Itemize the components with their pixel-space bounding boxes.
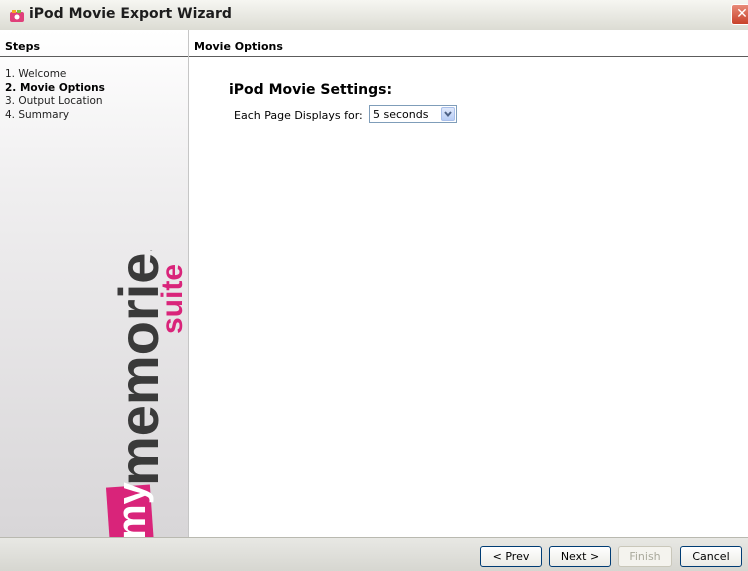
- next-button[interactable]: Next >: [549, 546, 611, 567]
- movie-options-header: Movie Options: [189, 38, 748, 57]
- dropdown-arrow-button[interactable]: [441, 107, 455, 121]
- page-display-value: 5 seconds: [373, 108, 429, 121]
- page-display-label: Each Page Displays for:: [234, 109, 363, 122]
- steps-sidebar: Steps 1. Welcome 2. Movie Options 3. Out…: [0, 30, 189, 548]
- prev-button[interactable]: < Prev: [480, 546, 542, 567]
- window-title: iPod Movie Export Wizard: [29, 6, 232, 22]
- logo-suite: suite: [156, 264, 189, 334]
- title-bar: iPod Movie Export Wizard ✕: [0, 0, 748, 31]
- steps-header-label: Steps: [5, 40, 41, 53]
- step-output-location: 3. Output Location: [5, 95, 103, 107]
- steps-header: Steps: [0, 38, 188, 57]
- chevron-down-icon: [444, 111, 452, 118]
- finish-button[interactable]: Finish: [618, 546, 672, 567]
- close-button[interactable]: ✕: [731, 4, 748, 25]
- mymemories-suite-logo: my memories suite: [105, 250, 189, 548]
- page-display-select[interactable]: 5 seconds: [369, 105, 457, 123]
- step-welcome: 1. Welcome: [5, 68, 67, 80]
- button-bar: < Prev Next > Finish Cancel: [0, 537, 748, 571]
- wizard-window: iPod Movie Export Wizard ✕ Steps 1. Welc…: [0, 0, 748, 571]
- cancel-button[interactable]: Cancel: [680, 546, 742, 567]
- movie-options-header-label: Movie Options: [194, 40, 283, 53]
- close-icon: ✕: [736, 6, 748, 22]
- app-icon: [10, 10, 24, 22]
- logo-my: my: [110, 481, 154, 540]
- steps-list: 1. Welcome 2. Movie Options 3. Output Lo…: [5, 68, 105, 122]
- main-panel: Movie Options iPod Movie Settings: Each …: [189, 30, 748, 537]
- step-summary: 4. Summary: [5, 108, 70, 121]
- settings-title: iPod Movie Settings:: [229, 82, 393, 98]
- step-movie-options: 2. Movie Options: [5, 81, 105, 94]
